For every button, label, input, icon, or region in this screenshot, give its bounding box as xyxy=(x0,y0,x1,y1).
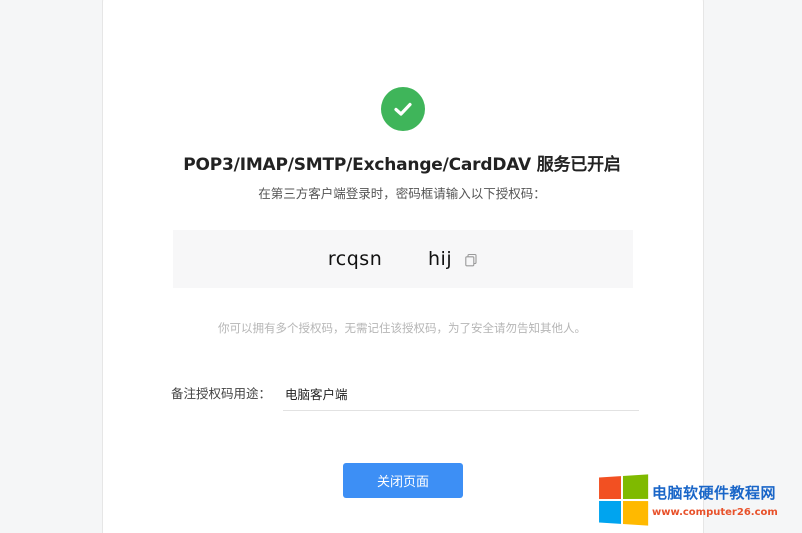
security-note: 你可以拥有多个授权码，无需记住该授权码，为了安全请勿告知其他人。 xyxy=(218,321,586,335)
auth-code-value[interactable]: rcqsn hij xyxy=(328,248,452,270)
remark-input[interactable] xyxy=(283,376,639,411)
remark-label: 备注授权码用途： xyxy=(171,386,272,401)
copy-icon[interactable] xyxy=(464,252,478,267)
page: POP3/IMAP/SMTP/Exchange/CardDAV 服务已开启 在第… xyxy=(0,0,802,533)
page-title: POP3/IMAP/SMTP/Exchange/CardDAV 服务已开启 xyxy=(183,155,621,175)
page-subtitle: 在第三方客户端登录时，密码框请输入以下授权码： xyxy=(258,186,546,201)
watermark-title: 电脑软硬件教程网 xyxy=(652,484,777,502)
windows-logo-icon xyxy=(599,474,649,526)
check-circle-icon xyxy=(381,87,425,131)
auth-code-box: rcqsn hij xyxy=(173,230,633,288)
close-page-button[interactable]: 关闭页面 xyxy=(343,463,463,498)
watermark-url: www.computer26.com xyxy=(652,507,778,518)
site-watermark: 电脑软硬件教程网 www.computer26.com xyxy=(597,474,778,526)
